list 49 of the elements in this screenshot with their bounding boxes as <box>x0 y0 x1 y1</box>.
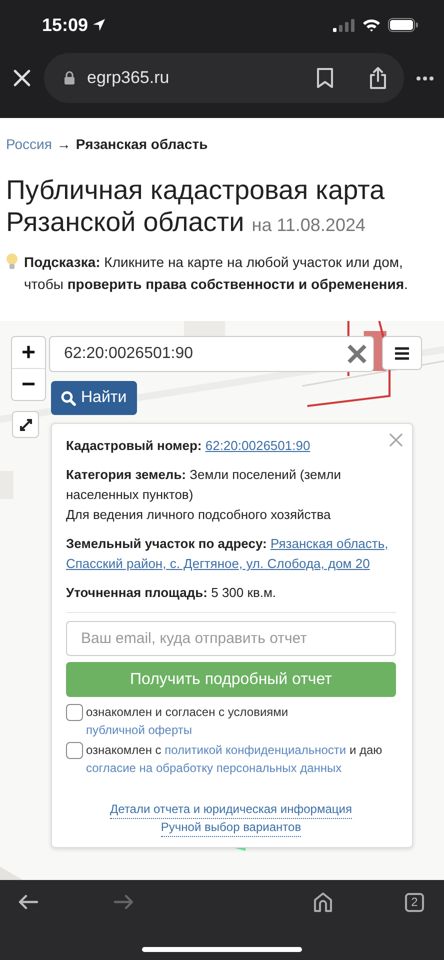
menu-button[interactable] <box>382 336 422 370</box>
info-row-text: Земельный участок по адресу: Рязанская область, Спасский район, с. Дегтяное, ул. Слобода, дом 20 <box>66 535 390 573</box>
field-link[interactable]: 62:20:0026501:90 <box>205 438 310 453</box>
page-title: Публичная кадастровая карта Рязанской области на 11.08.2024 <box>6 174 386 239</box>
more-button[interactable] <box>416 76 434 80</box>
clear-icon[interactable] <box>347 344 367 364</box>
wifi-icon <box>362 18 381 32</box>
tabs-button[interactable]: 2 <box>405 892 424 912</box>
location-arrow-icon <box>92 18 106 32</box>
breadcrumb-current: Рязанская область <box>76 136 208 152</box>
consent-link[interactable]: политикой конфиденциальности <box>164 743 346 757</box>
consent-link[interactable]: согласие на обработку персональных данных <box>86 761 342 775</box>
lightbulb-icon <box>6 253 18 270</box>
popup-link[interactable]: Ручной выбор вариантов <box>160 819 302 837</box>
field-link[interactable]: Спасский район, с. Дегтяное, ул. Слобода, дом 20 <box>66 556 370 571</box>
share-button[interactable] <box>368 66 388 90</box>
search-icon <box>61 390 76 406</box>
info-row-text: Кадастровый номер: 62:20:0026501:90 <box>66 437 312 455</box>
search-field[interactable]: 62:20:0026501:90 <box>49 336 374 372</box>
status-time: 15:09 <box>42 14 88 36</box>
hint-text: Подсказка: Кликните на карте на любой участок или дом, чтобы проверить права собственности и обременения. <box>24 253 409 294</box>
bookmark-button[interactable] <box>316 67 334 89</box>
zoom-in-button[interactable]: + <box>12 337 45 368</box>
lock-icon <box>64 71 75 85</box>
consent-text: ознакомлен с политикой конфиденциальности и даю согласие на обработку персональных данных <box>86 742 384 777</box>
checkbox[interactable] <box>66 742 83 759</box>
address-bar[interactable]: egrp365.ru <box>44 53 404 103</box>
search-input[interactable]: 62:20:0026501:90 <box>62 344 347 364</box>
forward-button[interactable] <box>114 894 134 910</box>
breadcrumb-link[interactable]: Россия <box>6 136 52 152</box>
expand-icon <box>18 418 32 432</box>
home-button[interactable] <box>313 892 333 912</box>
field-note: Для ведения личного подсобного хозяйства <box>66 506 332 524</box>
menu-icon <box>395 346 409 360</box>
back-button[interactable] <box>18 894 38 910</box>
email-field[interactable]: Ваш email, куда отправить отчет <box>66 621 396 656</box>
info-row-text: Категория земель: Земли поселений (земли населенных пунктов) <box>66 466 342 504</box>
consent-link[interactable]: публичной оферты <box>86 723 192 737</box>
find-button[interactable]: Найти <box>51 381 137 415</box>
battery-icon <box>388 18 418 32</box>
url-text: egrp365.ru <box>87 68 170 88</box>
signal-icon <box>333 18 355 32</box>
zoom-out-button[interactable]: − <box>12 369 45 400</box>
fullscreen-button[interactable] <box>12 411 39 438</box>
field-link[interactable]: Рязанская область, <box>270 536 388 551</box>
info-row-text: Уточненная площадь: 5 300 кв.м. <box>66 584 278 602</box>
popup-link[interactable]: Детали отчета и юридическая информация <box>110 801 352 819</box>
breadcrumb-separator: → <box>56 136 71 152</box>
checkbox[interactable] <box>66 704 83 721</box>
